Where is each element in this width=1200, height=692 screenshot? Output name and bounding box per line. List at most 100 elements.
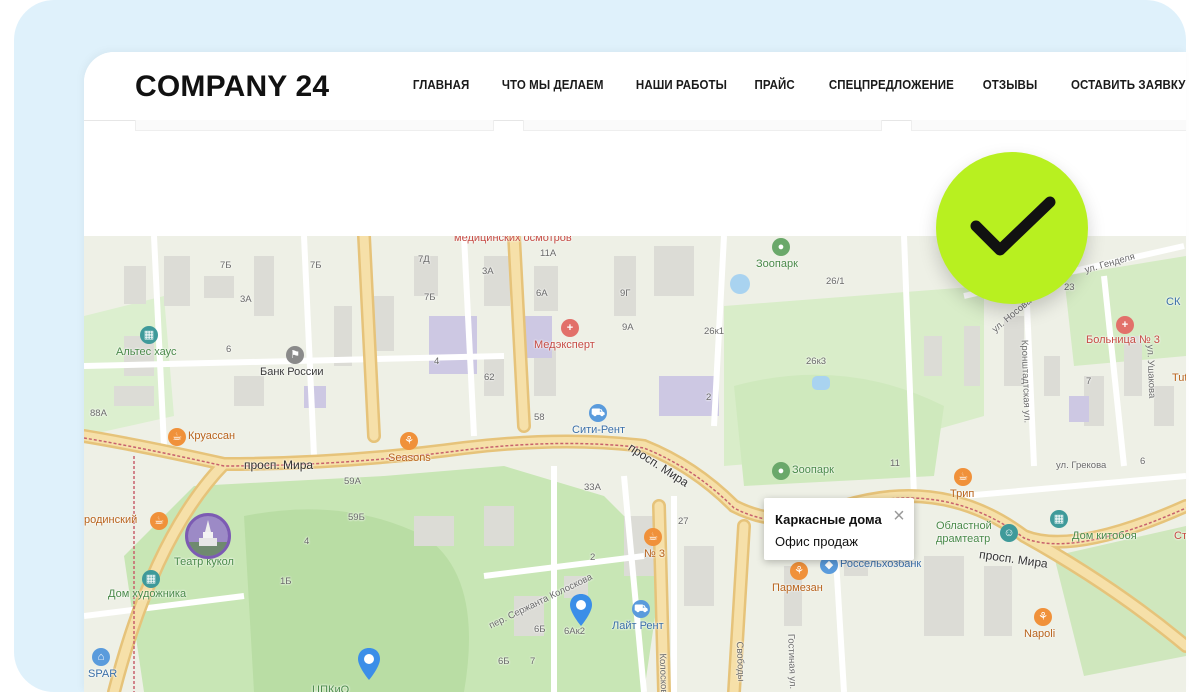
cafe-icon[interactable]: ☕ <box>954 468 972 486</box>
success-badge <box>936 152 1088 304</box>
building-number: 7 <box>530 656 536 667</box>
map-widget[interactable]: просп. Мира просп. Мира просп. Мира ул. … <box>84 236 1186 692</box>
building-number: 6 <box>226 344 232 355</box>
building-number: 27 <box>678 516 689 527</box>
place-label[interactable]: медицинских осмотров <box>454 236 572 244</box>
cafe-icon[interactable]: ☕ <box>644 528 662 546</box>
cafe-icon[interactable]: ☕ <box>168 428 186 446</box>
nav-item-reviews[interactable]: ОТЗЫВЫ <box>983 78 1038 92</box>
restaurant-icon[interactable]: ⚘ <box>400 432 418 450</box>
building-number: 7 <box>1086 376 1092 387</box>
place-label[interactable]: Банк России <box>260 366 324 378</box>
building-number: 2 <box>590 552 596 563</box>
car-rental-icon[interactable]: ⛟ <box>632 600 650 618</box>
theatre-photo-marker[interactable] <box>185 513 231 559</box>
church-icon <box>188 516 228 556</box>
medical-icon[interactable]: + <box>561 319 579 337</box>
car-rental-icon[interactable]: ⛟ <box>589 404 607 422</box>
place-label[interactable]: Медэксперт <box>534 339 595 351</box>
close-icon[interactable]: × <box>890 506 908 526</box>
nav-item-request[interactable]: ОСТАВИТЬ ЗАЯВКУ <box>1071 78 1186 92</box>
theatre-icon[interactable]: ☺ <box>1000 524 1018 542</box>
building-number: 6А <box>536 288 548 299</box>
popup-title: Каркасные дома <box>775 512 882 527</box>
shop-icon[interactable]: ⌂ <box>92 648 110 666</box>
museum-icon[interactable]: ▦ <box>142 570 160 588</box>
place-label[interactable]: № 3 <box>644 548 665 560</box>
place-label[interactable]: Зоопарк <box>792 464 834 476</box>
street-label: Гостиная ул. <box>785 633 799 690</box>
zoo-icon[interactable]: ● <box>772 238 790 256</box>
place-label[interactable]: Больница № 3 <box>1086 334 1160 346</box>
building-number: 4 <box>304 536 310 547</box>
content-card-edge <box>911 120 1186 131</box>
popup-subtitle: Офис продаж <box>775 534 858 549</box>
building-number: 88А <box>90 408 107 419</box>
checkmark-icon <box>970 196 1056 256</box>
content-card-edge <box>135 120 494 131</box>
building-number: 26/1 <box>826 276 845 287</box>
place-label[interactable]: Зоопарк <box>756 258 798 270</box>
place-label[interactable]: Пармезан <box>772 582 823 594</box>
place-label[interactable]: SPAR <box>88 668 117 680</box>
main-nav: ГЛАВНАЯ ЧТО МЫ ДЕЛАЕМ НАШИ РАБОТЫ ПРАЙС … <box>384 78 1186 92</box>
building-number: 6 <box>1140 456 1146 467</box>
place-label[interactable]: родинский <box>84 514 137 526</box>
nav-item-works[interactable]: НАШИ РАБОТЫ <box>635 78 726 92</box>
building-number: 7Б <box>220 260 232 271</box>
building-number: 59Б <box>348 512 365 523</box>
nav-item-price[interactable]: ПРАЙС <box>754 78 794 92</box>
restaurant-icon[interactable]: ⚘ <box>1034 608 1052 626</box>
place-label[interactable]: Альтес хаус <box>116 346 176 358</box>
browser-window: COMPANY 24 ГЛАВНАЯ ЧТО МЫ ДЕЛАЕМ НАШИ РА… <box>84 52 1186 692</box>
nav-item-what-we-do[interactable]: ЧТО МЫ ДЕЛАЕМ <box>502 78 604 92</box>
street-label: ул. Грекова <box>1056 460 1107 471</box>
place-label[interactable]: ЦПКиО <box>312 684 349 692</box>
building-number: 26к1 <box>704 326 725 337</box>
building-number: 26к3 <box>806 356 827 367</box>
place-label[interactable]: Tut <box>1172 372 1186 384</box>
place-label[interactable]: Лайт Рент <box>612 620 664 632</box>
building-number: 4 <box>434 356 440 367</box>
site-logo[interactable]: COMPANY 24 <box>135 70 329 104</box>
place-label[interactable]: Ст <box>1174 530 1186 542</box>
place-label[interactable]: Seasons <box>388 452 431 464</box>
building-number: 9А <box>622 322 634 333</box>
building-number: 6Б <box>534 624 546 635</box>
zoo-icon[interactable]: ● <box>772 462 790 480</box>
building-number: 3А <box>240 294 252 305</box>
building-number: 9Г <box>620 288 631 299</box>
map-pin-icon[interactable] <box>356 646 382 682</box>
site-header: COMPANY 24 ГЛАВНАЯ ЧТО МЫ ДЕЛАЕМ НАШИ РА… <box>84 52 1186 121</box>
building-number: 33А <box>584 482 601 493</box>
street-label: ул. Ушакова <box>1144 344 1158 399</box>
cafe-icon[interactable]: ☕ <box>150 512 168 530</box>
place-label[interactable]: Круассан <box>188 430 235 442</box>
museum-icon[interactable]: ▦ <box>1050 510 1068 528</box>
flag-icon[interactable]: ⚑ <box>286 346 304 364</box>
place-label[interactable]: Сити-Рент <box>572 424 625 436</box>
place-label[interactable]: Дом художника <box>108 588 186 600</box>
content-card-edge <box>523 120 882 131</box>
map-popup: Каркасные дома Офис продаж × <box>764 498 914 560</box>
building-number: 1Б <box>280 576 292 587</box>
nav-item-home[interactable]: ГЛАВНАЯ <box>413 78 469 92</box>
place-label[interactable]: Трип <box>950 488 974 500</box>
map-pin-icon[interactable] <box>568 592 594 628</box>
building-number: 2 <box>706 392 712 403</box>
building-number: 23 <box>1064 282 1075 293</box>
building-number: 7Б <box>310 260 322 271</box>
medical-icon[interactable]: + <box>1116 316 1134 334</box>
street-label: просп. Мира <box>244 458 314 472</box>
restaurant-icon[interactable]: ⚘ <box>790 562 808 580</box>
building-number: 58 <box>534 412 545 423</box>
museum-icon[interactable]: ▦ <box>140 326 158 344</box>
building-number: 7Б <box>424 292 436 303</box>
building-number: 59А <box>344 476 361 487</box>
place-label[interactable]: СК <box>1166 296 1180 308</box>
place-label[interactable]: Дом китобоя <box>1072 530 1137 542</box>
place-label[interactable]: Областной драмтеатр <box>936 520 1000 546</box>
building-number: 11А <box>540 248 557 259</box>
nav-item-special-offer[interactable]: СПЕЦПРЕДЛОЖЕНИЕ <box>829 78 954 92</box>
place-label[interactable]: Napoli <box>1024 628 1055 640</box>
